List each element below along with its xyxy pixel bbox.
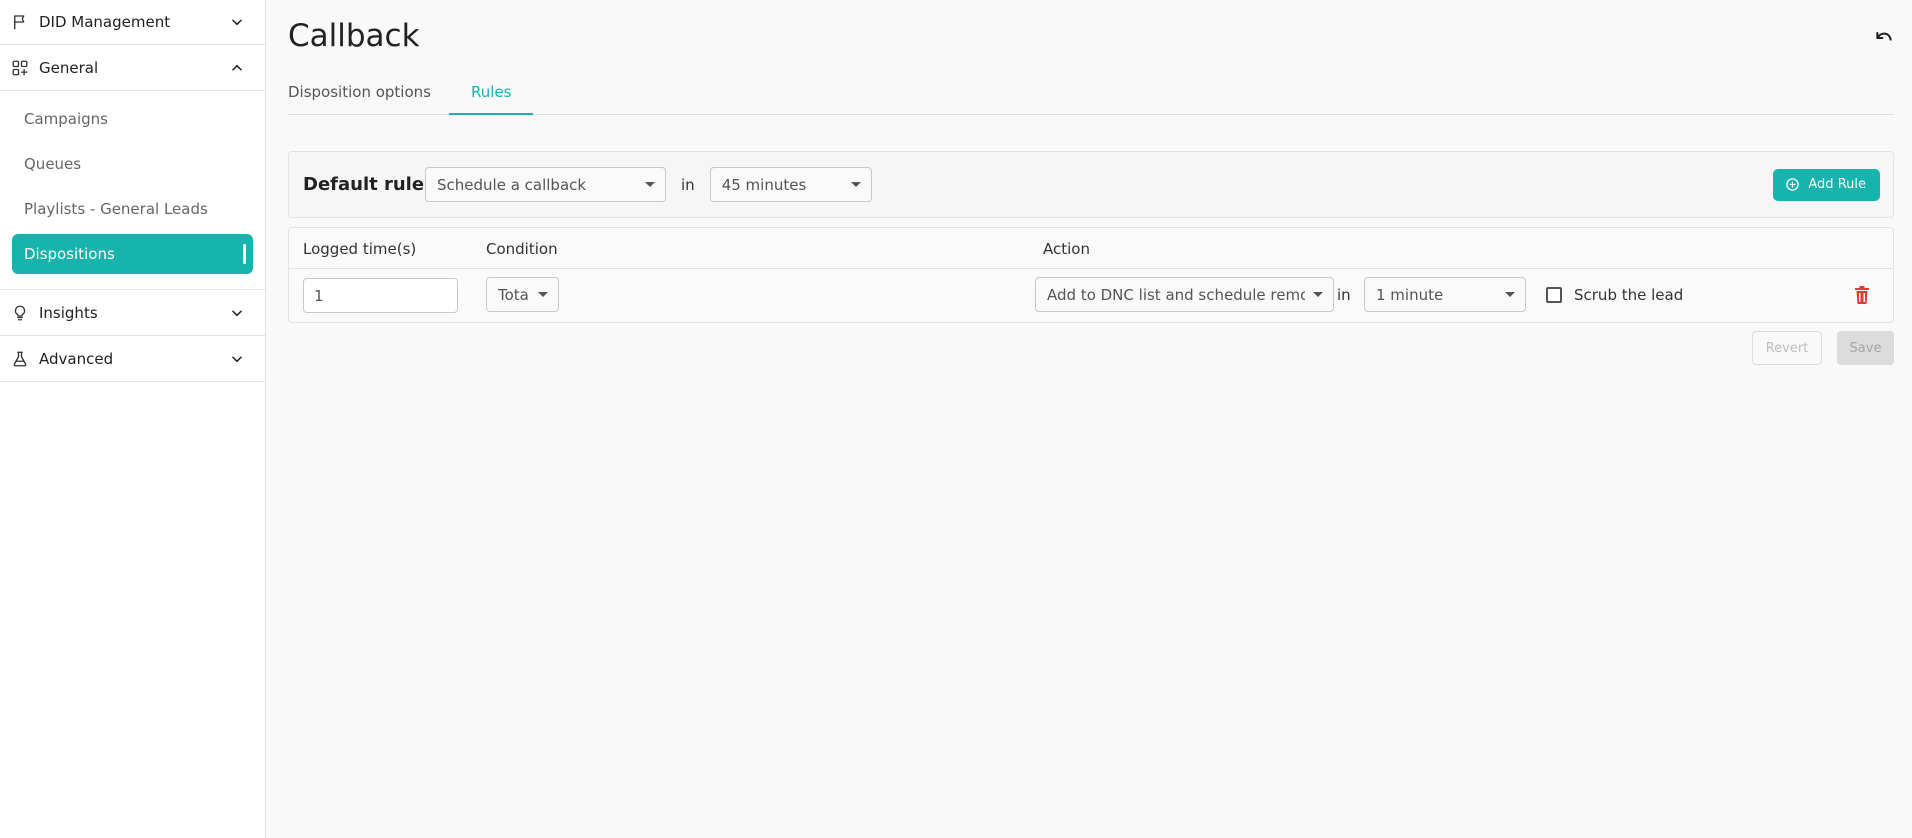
apps-add-icon [10, 58, 30, 78]
action-delay-select[interactable]: 1 minute [1364, 277, 1526, 312]
caret-down-icon [850, 182, 861, 187]
flask-icon [10, 349, 30, 369]
tabs: Disposition options Rules [288, 76, 1894, 115]
select-value: Total [498, 285, 530, 304]
sidebar-item-label: Dispositions [24, 245, 115, 263]
caret-down-icon [538, 292, 548, 297]
sidebar-item-queues[interactable]: Queues [12, 144, 253, 184]
sidebar-section-general[interactable]: General [0, 45, 265, 91]
sidebar-item-label: Queues [24, 155, 82, 173]
logged-times-input[interactable]: 1 [303, 278, 458, 313]
sidebar-section-insights[interactable]: Insights [0, 290, 265, 336]
sidebar-section-label: DID Management [39, 13, 171, 31]
sidebar-section-label: Insights [39, 303, 98, 322]
select-value: 1 minute [1376, 285, 1444, 304]
default-rule-label: Default rule [303, 174, 425, 195]
delete-rule-trash-icon[interactable] [1851, 284, 1873, 306]
caret-down-icon [1313, 292, 1323, 297]
sidebar-section-label: Advanced [39, 349, 114, 368]
scrub-lead-label: Scrub the lead [1574, 286, 1684, 304]
revert-button[interactable]: Revert [1752, 331, 1822, 365]
column-header-action: Action [1043, 240, 1090, 258]
sidebar-item-playlists-general-leads[interactable]: Playlists - General Leads [12, 189, 253, 229]
sidebar-section-did-management[interactable]: DID Management [0, 0, 265, 45]
sidebar-item-campaigns[interactable]: Campaigns [12, 99, 253, 139]
page-title: Callback [288, 18, 420, 54]
undo-icon[interactable] [1872, 26, 1896, 50]
plus-circle-icon [1785, 177, 1800, 192]
sidebar-item-label: Playlists - General Leads [24, 200, 208, 218]
chevron-down-icon [227, 349, 247, 369]
table-row: 1 Total Add to DNC list and schedule rem… [289, 269, 1893, 323]
main-content: Callback Disposition options Rules Defau… [266, 0, 1912, 838]
scrub-lead-checkbox[interactable]: Scrub the lead [1546, 286, 1683, 304]
sidebar-item-dispositions[interactable]: Dispositions [12, 234, 253, 274]
condition-select[interactable]: Total [486, 277, 559, 312]
tab-rules[interactable]: Rules [448, 76, 534, 115]
table-header: Logged time(s) Condition Action [289, 228, 1893, 269]
chevron-down-icon [227, 12, 247, 32]
default-rule-action-select[interactable]: Schedule a callback [425, 167, 666, 202]
column-header-condition: Condition [486, 240, 558, 258]
tab-disposition-options[interactable]: Disposition options [288, 76, 431, 115]
lightbulb-icon [10, 303, 30, 323]
in-label: in [681, 175, 695, 194]
select-value: Schedule a callback [437, 175, 587, 194]
sidebar-general-items: Campaigns Queues Playlists - General Lea… [0, 91, 265, 290]
sidebar: DID Management General Campaigns Queues … [0, 0, 266, 838]
caret-down-icon [1505, 292, 1515, 297]
column-header-logged-times: Logged time(s) [303, 240, 417, 258]
chevron-down-icon [227, 303, 247, 323]
rules-table: Logged time(s) Condition Action 1 Total … [288, 227, 1894, 323]
add-rule-button[interactable]: Add Rule [1773, 168, 1880, 201]
sidebar-section-label: General [39, 58, 99, 77]
default-rule-panel: Default rule Schedule a callback in 45 m… [288, 151, 1894, 218]
save-button[interactable]: Save [1837, 331, 1894, 365]
select-value: Add to DNC list and schedule removal [1047, 285, 1305, 304]
default-rule-delay-select[interactable]: 45 minutes [709, 167, 872, 202]
sidebar-section-advanced[interactable]: Advanced [0, 336, 265, 382]
footer-buttons: Revert Save [1752, 331, 1894, 365]
caret-down-icon [645, 182, 655, 187]
add-rule-label: Add Rule [1808, 177, 1866, 192]
sidebar-item-label: Campaigns [24, 110, 109, 128]
select-value: 45 minutes [721, 175, 807, 194]
action-select[interactable]: Add to DNC list and schedule removal [1035, 277, 1334, 312]
in-label: in [1337, 286, 1351, 304]
checkbox-box[interactable] [1546, 287, 1562, 303]
chevron-up-icon [227, 58, 247, 78]
flag-icon [10, 12, 30, 32]
